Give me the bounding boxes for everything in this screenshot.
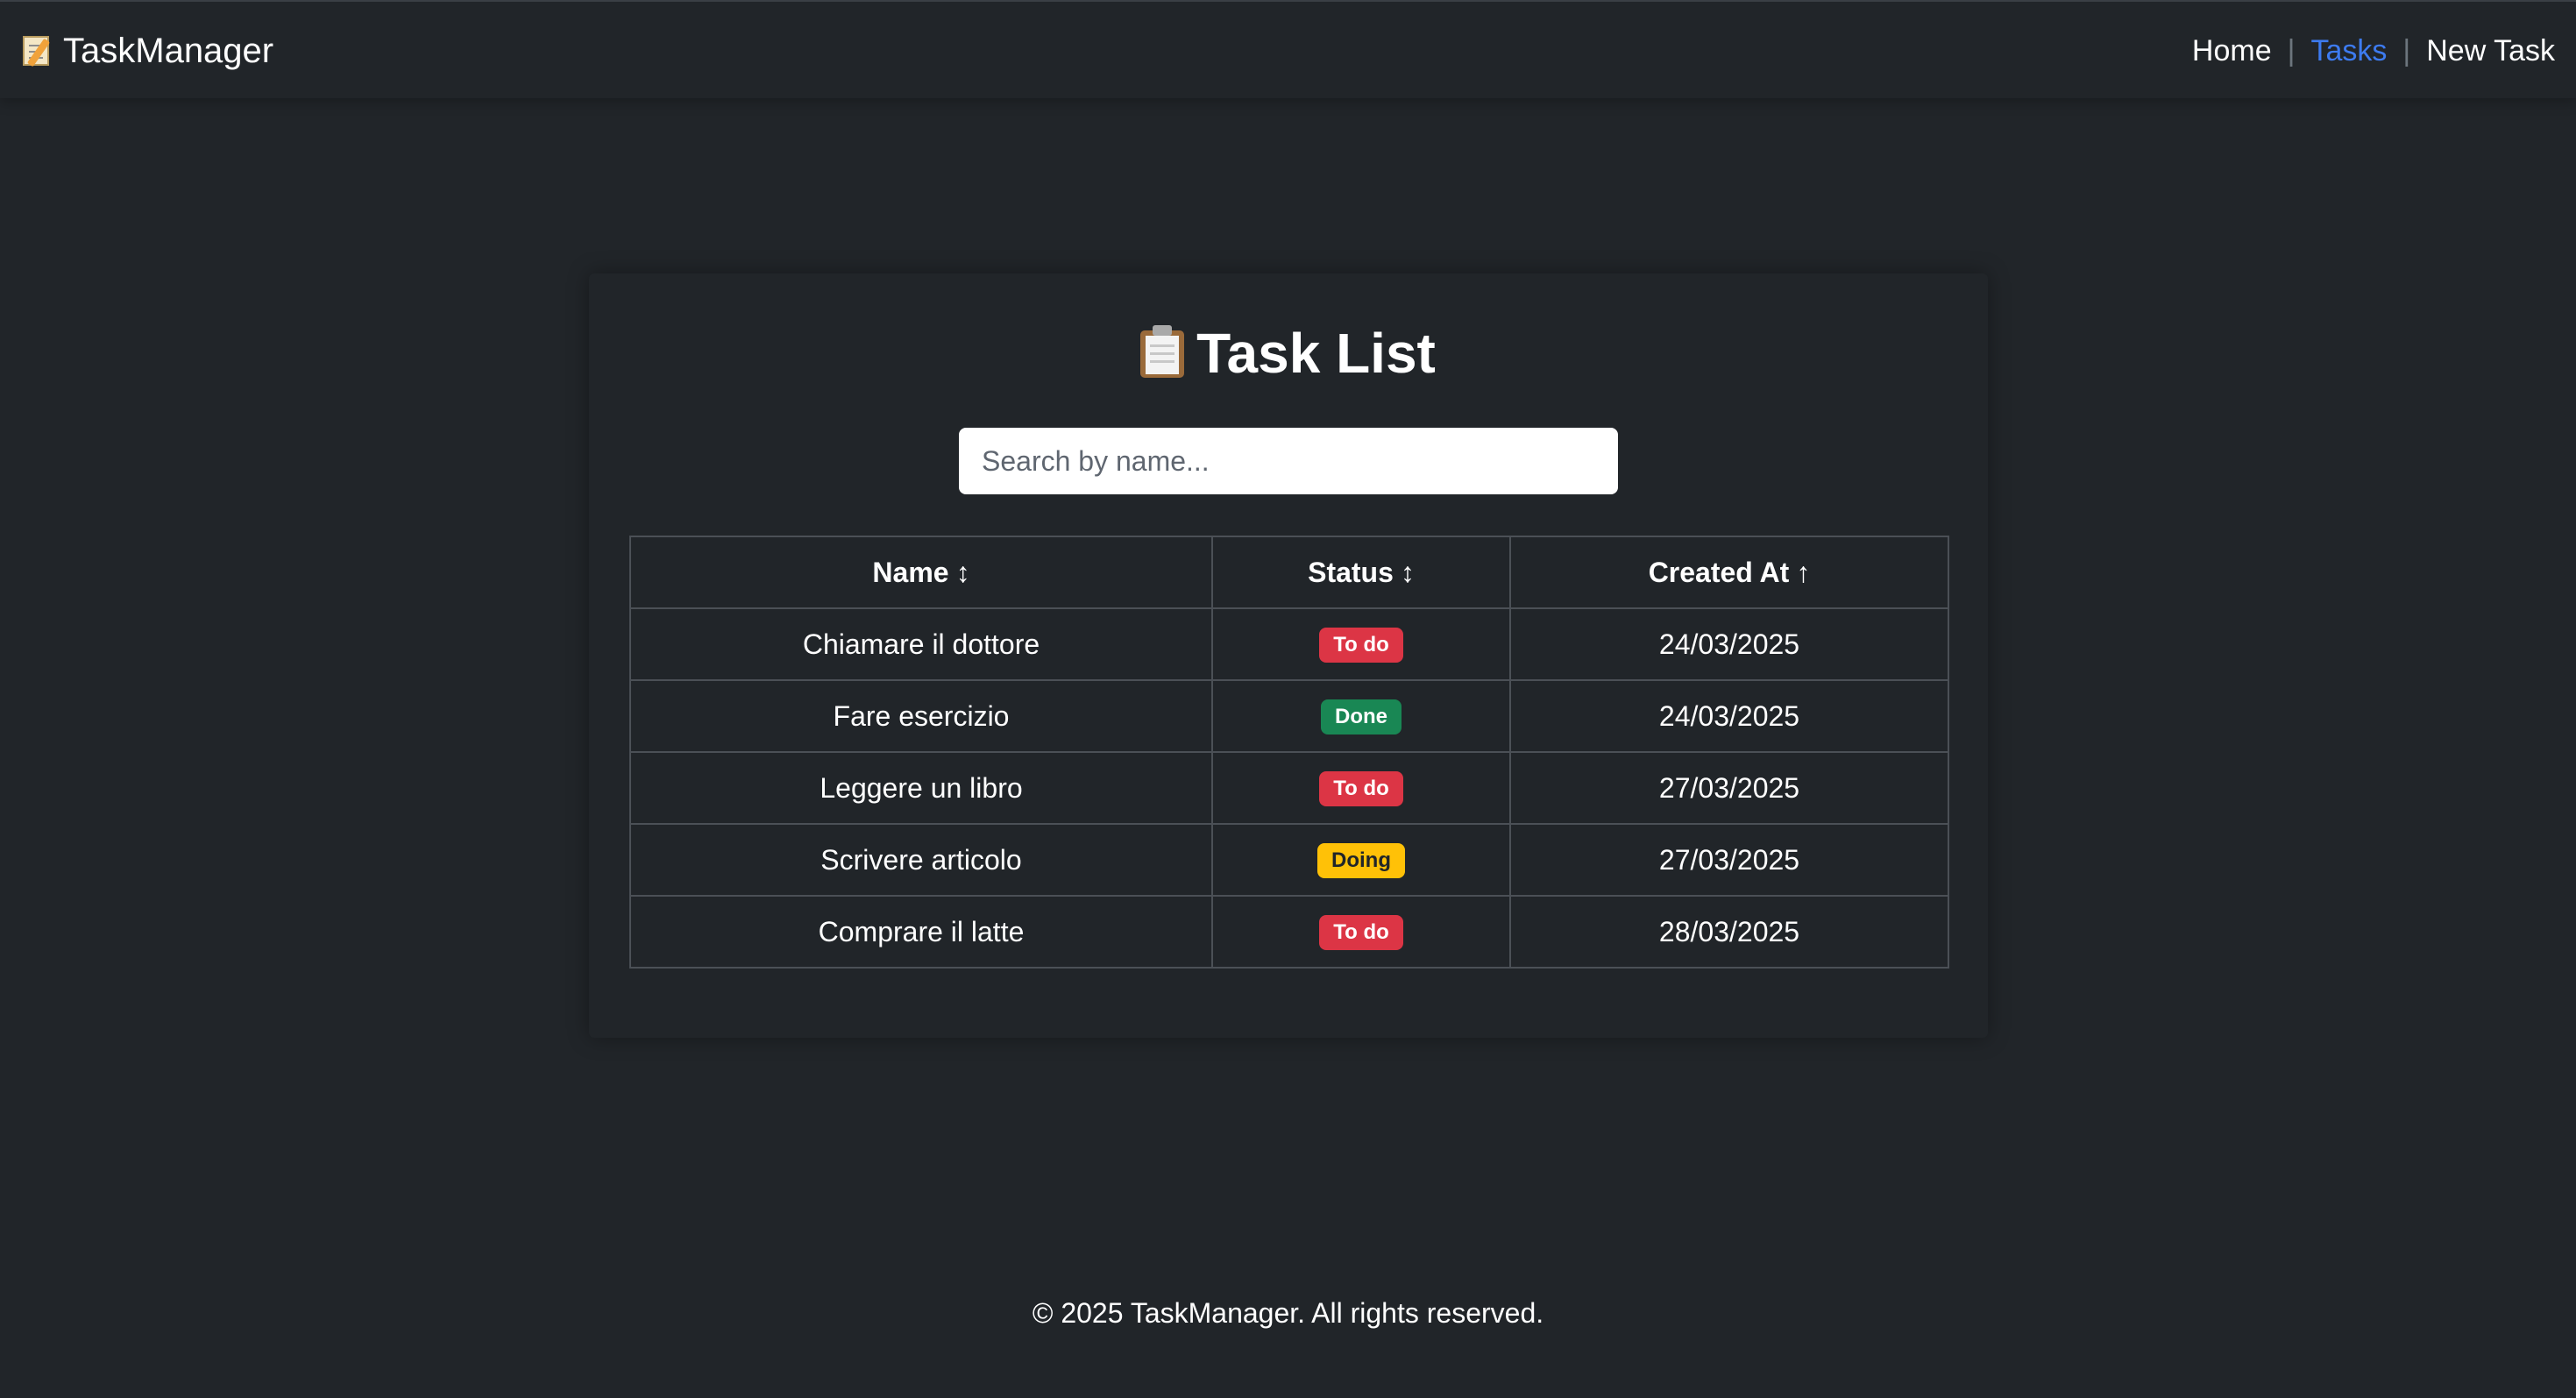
task-name: Scrivere articolo [629,823,1213,897]
sort-ascending-icon: ↑ [1796,556,1811,588]
column-header-status[interactable]: Status ↕ [1211,536,1511,609]
navbar: TaskManager Home | Tasks | New Task [0,0,2576,98]
nav-link-new-task[interactable]: New Task [2426,34,2555,68]
column-header-label: Name [872,556,949,588]
sort-both-icon: ↕ [1400,556,1415,588]
status-badge: Doing [1317,843,1405,878]
table-header-row: Name ↕ Status ↕ Created At ↑ [629,536,1949,609]
status-cell: To do [1211,751,1511,825]
nav-separator: | [2287,33,2296,67]
page-title: Task List [0,314,2576,393]
task-name: Leggere un libro [629,751,1213,825]
task-name: Fare esercizio [629,679,1213,753]
task-name: Chiamare il dottore [629,607,1213,681]
created-at: 24/03/2025 [1509,607,1949,681]
column-header-label: Status [1308,556,1394,588]
column-header-name[interactable]: Name ↕ [629,536,1213,609]
footer-copyright: © 2025 TaskManager. All rights reserved. [1032,1297,1544,1329]
table-row: Comprare il latte To do 28/03/2025 [629,895,1949,969]
created-at: 24/03/2025 [1509,679,1949,753]
task-name: Comprare il latte [629,895,1213,969]
nav-links: Home | Tasks | New Task [2192,2,2555,100]
nav-link-home[interactable]: Home [2192,34,2272,68]
status-badge: To do [1319,915,1403,950]
column-header-created-at[interactable]: Created At ↑ [1509,536,1949,609]
search-input[interactable] [959,428,1618,494]
nav-link-tasks[interactable]: Tasks [2310,34,2387,68]
clipboard-icon [1140,325,1185,378]
memo-icon [21,34,54,67]
status-cell: To do [1211,895,1511,969]
table-row: Fare esercizio Done 24/03/2025 [629,679,1949,753]
status-badge: To do [1319,771,1403,806]
created-at: 27/03/2025 [1509,823,1949,897]
table-row: Chiamare il dottore To do 24/03/2025 [629,607,1949,681]
task-table: Name ↕ Status ↕ Created At ↑ Chiamare il do… [629,536,1949,969]
brand-link[interactable]: TaskManager [21,2,273,100]
status-cell: Done [1211,679,1511,753]
created-at: 27/03/2025 [1509,751,1949,825]
created-at: 28/03/2025 [1509,895,1949,969]
sort-both-icon: ↕ [955,556,970,588]
column-header-label: Created At [1648,556,1790,588]
table-row: Scrivere articolo Doing 27/03/2025 [629,823,1949,897]
brand-name: TaskManager [63,31,274,70]
status-badge: To do [1319,628,1403,663]
status-badge: Done [1321,699,1402,734]
status-cell: Doing [1211,823,1511,897]
nav-separator: | [2402,33,2411,67]
table-row: Leggere un libro To do 27/03/2025 [629,751,1949,825]
status-cell: To do [1211,607,1511,681]
page-title-text: Task List [1196,322,1436,385]
